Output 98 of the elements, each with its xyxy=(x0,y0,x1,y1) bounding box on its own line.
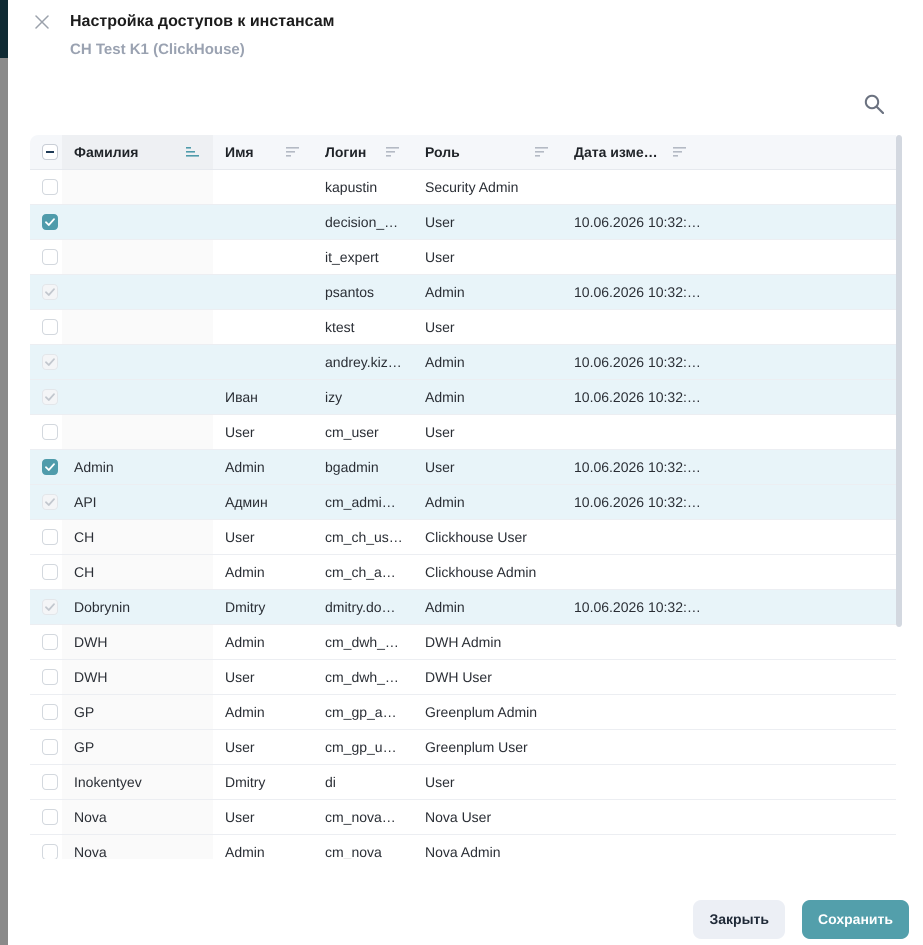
close-icon xyxy=(35,15,49,29)
table-cell-text: 10.06.2026 10:32:… xyxy=(573,352,702,372)
column-header[interactable]: Дата изме… xyxy=(562,135,700,169)
scrollbar[interactable] xyxy=(896,135,902,627)
table-cell-text: User xyxy=(224,422,256,442)
table-cell-text: cm_nova… xyxy=(324,808,397,827)
table-cell-text: andrey.kiz… xyxy=(324,352,403,372)
table-cell-text: User xyxy=(424,458,456,476)
table-cell-text: User xyxy=(424,248,456,266)
checkbox[interactable] xyxy=(42,214,58,230)
table-cell: GP xyxy=(62,695,213,729)
table-cell-text: 10.06.2026 10:32:… xyxy=(573,282,702,302)
table-cell-text: cm_gp_a… xyxy=(324,702,398,722)
table-cell-text: Dmitry xyxy=(224,772,266,792)
table-cell-text: Admin xyxy=(424,388,466,406)
table-cell-text: User xyxy=(424,212,456,232)
table-cell-text: Clickhouse Admin xyxy=(424,562,538,582)
table-cell-text: cm_user xyxy=(324,422,380,442)
table-cell-text: Dmitry xyxy=(224,598,266,617)
table-cell-text: Admin xyxy=(224,842,266,859)
table-cell: CH xyxy=(62,520,213,554)
table-cell: DWH xyxy=(62,625,213,659)
table-cell-text: dmitry.do… xyxy=(324,598,397,617)
table-cell-text: User xyxy=(424,772,456,792)
table-cell: GP xyxy=(62,730,213,764)
close-dialog-button[interactable]: Закрыть xyxy=(693,900,786,939)
table-cell-text: cm_nova xyxy=(324,842,383,859)
selected-row[interactable]: decision_… User 10.06.2026 10:32:… xyxy=(30,205,896,240)
table-cell-text: Admin xyxy=(424,282,466,302)
table-cell-text: Nova User xyxy=(424,808,492,826)
search-button[interactable] xyxy=(864,94,884,114)
select-all-checkbox[interactable] xyxy=(42,144,58,160)
table-cell-text: Admin xyxy=(224,702,266,722)
table-cell-text: it_expert xyxy=(324,248,380,267)
table-cell-text: Admin xyxy=(224,458,266,476)
selected-row[interactable]: Admin Admin bgadmin User 10.06.2026 10:32:… xyxy=(30,450,896,485)
table-cell-text: Иван xyxy=(224,388,259,406)
table-cell-text: cm_dwh_… xyxy=(324,632,400,652)
table-cell-text: Админ xyxy=(224,492,269,512)
table-cell-text: User xyxy=(424,318,456,336)
table-cell: Inokentyev xyxy=(62,765,213,799)
table-cell-text: Admin xyxy=(224,632,266,652)
table-cell-text: Greenplum User xyxy=(424,738,529,757)
column-header[interactable]: Логин xyxy=(313,135,413,169)
table-cell-text: 10.06.2026 10:32:… xyxy=(573,458,702,476)
table-cell: DWH xyxy=(62,660,213,694)
table-cell-text: API xyxy=(73,492,98,512)
table-cell-text: DWH User xyxy=(424,668,493,686)
check-icon xyxy=(45,358,55,366)
table-cell-text: User xyxy=(224,738,256,756)
table-cell-text: Admin xyxy=(73,458,115,476)
checkbox[interactable] xyxy=(42,459,58,475)
table-cell-text: 10.06.2026 10:32:… xyxy=(573,598,702,616)
table-cell-text: Nova Admin xyxy=(424,842,502,859)
table-cell: CH xyxy=(62,555,213,589)
column-header[interactable]: Имя xyxy=(213,135,313,169)
check-icon xyxy=(45,498,55,506)
table-cell-text: decision_… xyxy=(324,212,400,232)
check-icon xyxy=(45,288,55,296)
check-icon xyxy=(45,218,55,226)
table-cell-text: DWH Admin xyxy=(424,632,502,652)
table-cell-text: ktest xyxy=(324,318,356,336)
table-cell-text: di xyxy=(324,772,337,792)
table-cell-text: cm_admi… xyxy=(324,492,397,512)
column-header[interactable]: Роль xyxy=(413,135,562,169)
table-cell: Nova xyxy=(62,835,213,859)
table-cell-text: cm_gp_u… xyxy=(324,738,398,757)
table-cell-text: User xyxy=(424,422,456,442)
check-icon xyxy=(45,463,55,471)
table-cell-text: User xyxy=(224,808,256,826)
table-cell-text: 10.06.2026 10:32:… xyxy=(573,492,702,512)
search-icon xyxy=(864,94,884,114)
table-cell-text: 10.06.2026 10:32:… xyxy=(573,212,702,232)
table-cell-text: kapustin xyxy=(324,178,378,197)
table-cell-text: Admin xyxy=(424,598,466,616)
dash-icon xyxy=(46,151,54,153)
table-cell-text: User xyxy=(224,668,256,686)
table-cell-text: Admin xyxy=(224,562,266,582)
table-cell-text: User xyxy=(224,528,256,546)
table-cell-text: cm_ch_us… xyxy=(324,528,404,547)
dialog-subtitle: CH Test K1 (ClickHouse) xyxy=(70,40,246,60)
table-cell-text: cm_dwh_… xyxy=(324,668,400,687)
table-cell-text: Dobrynin xyxy=(73,598,132,617)
table-cell-text: Admin xyxy=(424,492,466,512)
check-icon xyxy=(45,393,55,401)
table-cell-text: izy xyxy=(324,388,344,407)
dialog-title: Настройка доступов к инстансам xyxy=(70,12,334,32)
table-cell-text: Clickhouse User xyxy=(424,528,528,546)
table-cell-text: Greenplum Admin xyxy=(424,702,538,722)
table-cell-text: Admin xyxy=(424,352,466,372)
table-cell-text: Security Admin xyxy=(424,178,520,197)
table-cell: Nova xyxy=(62,800,213,834)
table-cell-text: cm_ch_a… xyxy=(324,562,397,582)
check-icon xyxy=(45,603,55,611)
table-cell-text: psantos xyxy=(324,282,376,302)
column-header[interactable]: Фамилия xyxy=(62,135,213,169)
table-cell-text: 10.06.2026 10:32:… xyxy=(573,388,702,406)
table-cell-text: bgadmin xyxy=(324,458,380,477)
